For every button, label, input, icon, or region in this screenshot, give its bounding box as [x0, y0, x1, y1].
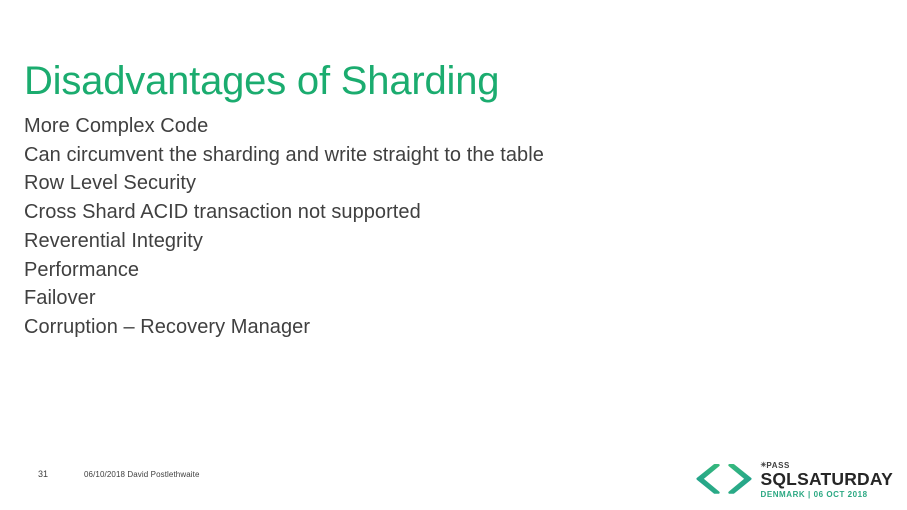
list-item: Performance: [24, 258, 140, 281]
sqlsaturday-logo: ✳PASS SQLSATURDAY DENMARK | 06 OCT 2018: [695, 456, 894, 502]
page-number: 31: [38, 469, 49, 479]
list-item: Corruption – Recovery Manager: [24, 315, 311, 338]
page-title: Disadvantages of Sharding: [24, 58, 500, 103]
code-chevrons-icon: [695, 464, 752, 494]
slide-canvas: Disadvantages of Sharding More Complex C…: [0, 0, 907, 510]
list-item: More Complex Code: [24, 115, 209, 137]
logo-subtitle-label: DENMARK | 06 OCT 2018: [760, 489, 868, 499]
slide-footer: 31 06/10/2018 David Postlethwaite ✳PASS …: [0, 458, 907, 510]
list-item: Row Level Security: [24, 172, 197, 195]
list-item: Reverential Integrity: [24, 229, 203, 252]
list-item: Failover: [24, 287, 96, 310]
logo-wordmark: ✳PASS SQLSATURDAY DENMARK | 06 OCT 2018: [761, 461, 894, 500]
list-item: Can circumvent the sharding and write st…: [24, 143, 544, 166]
logo-brand-label: SQLSATURDAY: [760, 468, 893, 489]
footer-credit: 06/10/2018 David Postlethwaite: [84, 470, 200, 479]
bullet-list: More Complex Code Can circumvent the sha…: [24, 112, 824, 342]
list-item: Cross Shard ACID transaction not support…: [24, 201, 421, 224]
